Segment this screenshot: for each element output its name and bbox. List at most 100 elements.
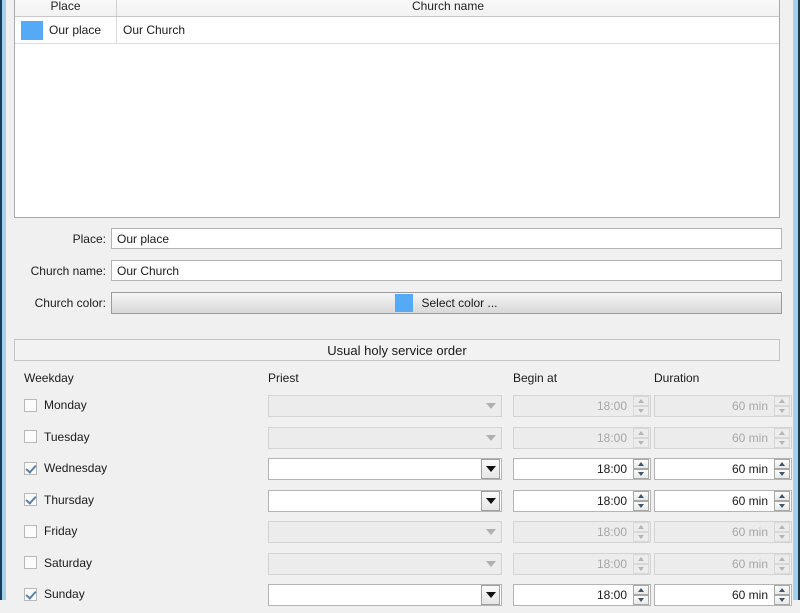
duration-spinner-saturday: 60 min [654,552,792,575]
priest-select-sunday[interactable] [268,584,502,606]
duration-spinner-friday: 60 min [654,521,792,543]
begin-at-value: 18:00 [596,556,627,571]
spinner-down-icon [633,563,649,574]
schedule-row: Saturday 18:00 60 min [6,551,793,582]
checkbox-icon[interactable] [24,493,37,506]
weekday-checkbox-tuesday[interactable]: Tuesday [24,430,90,444]
weekday-label: Saturday [44,555,93,570]
column-header-begin-at: Begin at [513,371,558,385]
priest-select-thursday[interactable] [268,489,502,512]
spinner-up-icon[interactable] [774,490,790,501]
spinner-up-icon [633,427,649,438]
checkbox-icon[interactable] [24,587,37,601]
priest-select-tuesday [268,426,502,449]
duration-spinner-thursday[interactable]: 60 min [654,489,792,512]
select-color-button-label: Select color ... [421,295,498,310]
column-header-duration: Duration [654,371,700,385]
spinner-up-icon[interactable] [633,585,649,595]
table-cell-place-label: Our place [49,23,102,37]
spinner-up-icon[interactable] [633,490,649,501]
spinner-down-icon [774,406,790,416]
begin-at-spinner-saturday: 18:00 [513,552,651,575]
spinner-up-icon[interactable] [774,585,790,595]
spinner-down-icon [633,437,649,448]
begin-at-spinner-monday: 18:00 [513,395,651,417]
spinner-down-icon [633,406,649,416]
begin-at-spinner-sunday[interactable]: 18:00 [513,584,651,606]
begin-at-spinner-thursday[interactable]: 18:00 [513,489,651,512]
checkbox-icon[interactable] [24,556,37,569]
place-input[interactable]: Our place [111,228,782,249]
weekday-label: Thursday [44,492,95,507]
checkbox-icon[interactable] [24,524,37,538]
begin-at-value[interactable]: 18:00 [514,462,633,476]
spinner-down-icon[interactable] [774,500,790,511]
duration-value: 60 min [731,556,768,571]
duration-spinner-sunday[interactable]: 60 min [654,584,792,606]
begin-at-value: 18:00 [596,399,627,413]
spinner-buttons[interactable] [633,585,649,605]
priest-select-wednesday[interactable] [268,458,502,480]
spinner-buttons[interactable] [633,490,649,511]
spinner-down-icon[interactable] [633,469,649,479]
priest-select-friday [268,521,502,543]
spinner-down-icon[interactable] [774,595,790,605]
spinner-up-icon [633,522,649,532]
spinner-buttons[interactable] [774,490,790,511]
spinner-up-icon[interactable] [633,459,649,469]
weekday-checkbox-monday[interactable]: Monday [24,398,87,412]
spinner-up-icon[interactable] [774,459,790,469]
weekday-checkbox-saturday[interactable]: Saturday [24,556,92,570]
table-cell-place: Our place [15,17,117,43]
checkbox-icon[interactable] [24,430,37,443]
duration-value: 60 min [731,525,768,539]
service-order-section-title: Usual holy service order [14,339,780,361]
church-color-label: Church color: [34,295,106,310]
schedule-row: Sunday 18:00 60 min [6,582,793,613]
weekday-checkbox-sunday[interactable]: Sunday [24,587,85,601]
begin-at-value[interactable]: 18:00 [514,494,633,508]
spinner-up-icon [774,427,790,438]
color-swatch-icon [21,20,43,40]
weekday-checkbox-friday[interactable]: Friday [24,524,77,538]
spinner-down-icon[interactable] [633,595,649,605]
spinner-buttons [633,553,649,574]
weekday-label: Tuesday [44,429,90,444]
column-header-weekday: Weekday [24,371,74,385]
places-table[interactable]: Place Church name Our place Our Church [14,0,780,218]
priest-select-monday [268,395,502,417]
spinner-buttons[interactable] [774,459,790,479]
begin-at-value: 18:00 [596,430,627,445]
duration-value[interactable]: 60 min [655,494,774,508]
chevron-down-icon[interactable] [481,585,500,605]
begin-at-spinner-wednesday[interactable]: 18:00 [513,458,651,480]
table-row[interactable]: Our place Our Church [15,17,779,44]
spinner-buttons[interactable] [633,459,649,479]
schedule-row: Tuesday 18:00 60 min [6,425,793,456]
weekday-checkbox-wednesday[interactable]: Wednesday [24,461,107,475]
spinner-up-icon [633,553,649,564]
duration-value: 60 min [731,399,768,413]
church-name-input[interactable]: Our Church [111,260,782,281]
checkbox-icon[interactable] [24,398,37,412]
duration-spinner-wednesday[interactable]: 60 min [654,458,792,480]
checkbox-icon[interactable] [24,461,37,475]
chevron-down-icon [481,522,500,542]
weekday-label: Monday [44,398,87,412]
spinner-down-icon[interactable] [774,469,790,479]
select-color-button[interactable]: Select color ... [111,291,782,314]
spinner-down-icon [774,563,790,574]
spinner-down-icon[interactable] [633,500,649,511]
weekday-checkbox-thursday[interactable]: Thursday [24,493,94,507]
duration-value[interactable]: 60 min [655,462,774,476]
spinner-up-icon [633,396,649,406]
chevron-down-icon[interactable] [481,490,500,511]
chevron-down-icon[interactable] [481,459,500,479]
column-header-priest: Priest [268,371,299,385]
church-color-field-row: Church color: Select color ... [6,291,793,314]
weekday-label: Friday [44,524,78,538]
spinner-buttons [633,522,649,542]
column-header-church-name[interactable]: Church name [117,0,779,16]
spinner-buttons[interactable] [774,585,790,605]
column-header-place[interactable]: Place [15,0,117,16]
